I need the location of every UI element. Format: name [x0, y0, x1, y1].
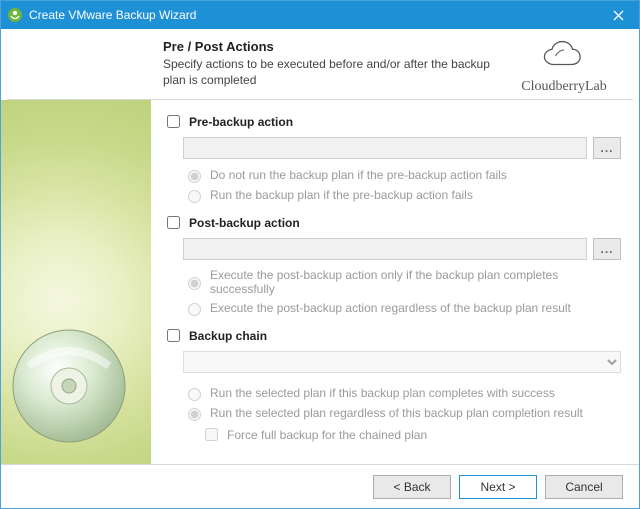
- post-backup-browse-button[interactable]: ...: [593, 238, 621, 260]
- wizard-sidebar: [1, 100, 151, 464]
- chain-label[interactable]: Backup chain: [189, 329, 267, 343]
- pre-backup-section: Pre-backup action: [163, 112, 621, 131]
- chain-force-full-label: Force full backup for the chained plan: [227, 428, 427, 442]
- pre-backup-sub: ... Do not run the backup plan if the pr…: [183, 137, 621, 203]
- cloud-icon: [537, 39, 591, 73]
- chain-opt-always-label: Run the selected plan regardless of this…: [210, 406, 583, 420]
- wizard-footer: < Back Next > Cancel: [1, 464, 639, 508]
- post-opt-always-label: Execute the post-backup action regardles…: [210, 301, 571, 315]
- chain-plan-select[interactable]: [183, 351, 621, 373]
- header-text: Pre / Post Actions Specify actions to be…: [163, 39, 509, 88]
- pre-backup-browse-button[interactable]: ...: [593, 137, 621, 159]
- pre-backup-path-input[interactable]: [183, 137, 587, 159]
- chain-force-full-checkbox[interactable]: [205, 428, 218, 441]
- post-backup-checkbox[interactable]: [167, 216, 180, 229]
- back-button[interactable]: < Back: [373, 475, 451, 499]
- main-panel: Pre-backup action ... Do not run the bac…: [151, 100, 639, 464]
- close-icon: [613, 10, 624, 21]
- wizard-body: Pre / Post Actions Specify actions to be…: [1, 29, 639, 508]
- pre-opt-no-run-label: Do not run the backup plan if the pre-ba…: [210, 168, 507, 182]
- page-title: Pre / Post Actions: [163, 39, 509, 54]
- post-backup-section: Post-backup action: [163, 213, 621, 232]
- post-opt-success-radio[interactable]: [188, 277, 201, 290]
- titlebar: Create VMware Backup Wizard: [1, 1, 639, 29]
- post-opt-always-radio[interactable]: [188, 303, 201, 316]
- pre-backup-checkbox[interactable]: [167, 115, 180, 128]
- pre-opt-run-label: Run the backup plan if the pre-backup ac…: [210, 188, 473, 202]
- post-backup-path-input[interactable]: [183, 238, 587, 260]
- post-backup-label[interactable]: Post-backup action: [189, 216, 300, 230]
- pre-opt-run-radio[interactable]: [188, 190, 201, 203]
- chain-sub: Run the selected plan if this backup pla…: [183, 351, 621, 444]
- chain-section: Backup chain: [163, 326, 621, 345]
- wizard-window: Create VMware Backup Wizard Pre / Post A…: [0, 0, 640, 509]
- page-subtitle: Specify actions to be executed before an…: [163, 56, 493, 88]
- close-button[interactable]: [597, 1, 639, 29]
- pre-opt-no-run-radio[interactable]: [188, 170, 201, 183]
- wizard-header: Pre / Post Actions Specify actions to be…: [1, 29, 639, 99]
- window-title: Create VMware Backup Wizard: [29, 8, 597, 22]
- next-button[interactable]: Next >: [459, 475, 537, 499]
- brand-name: CloudberryLab: [509, 79, 619, 95]
- chain-opt-always-radio[interactable]: [188, 408, 201, 421]
- chain-opt-success-radio[interactable]: [188, 388, 201, 401]
- brand-logo: CloudberryLab: [509, 39, 619, 95]
- post-backup-sub: ... Execute the post-backup action only …: [183, 238, 621, 316]
- content: Pre-backup action ... Do not run the bac…: [1, 100, 639, 464]
- app-icon: [7, 7, 23, 23]
- chain-opt-success-label: Run the selected plan if this backup pla…: [210, 386, 555, 400]
- post-opt-success-label: Execute the post-backup action only if t…: [210, 268, 621, 296]
- disc-icon: [9, 326, 129, 446]
- cancel-button[interactable]: Cancel: [545, 475, 623, 499]
- pre-backup-label[interactable]: Pre-backup action: [189, 115, 293, 129]
- chain-checkbox[interactable]: [167, 329, 180, 342]
